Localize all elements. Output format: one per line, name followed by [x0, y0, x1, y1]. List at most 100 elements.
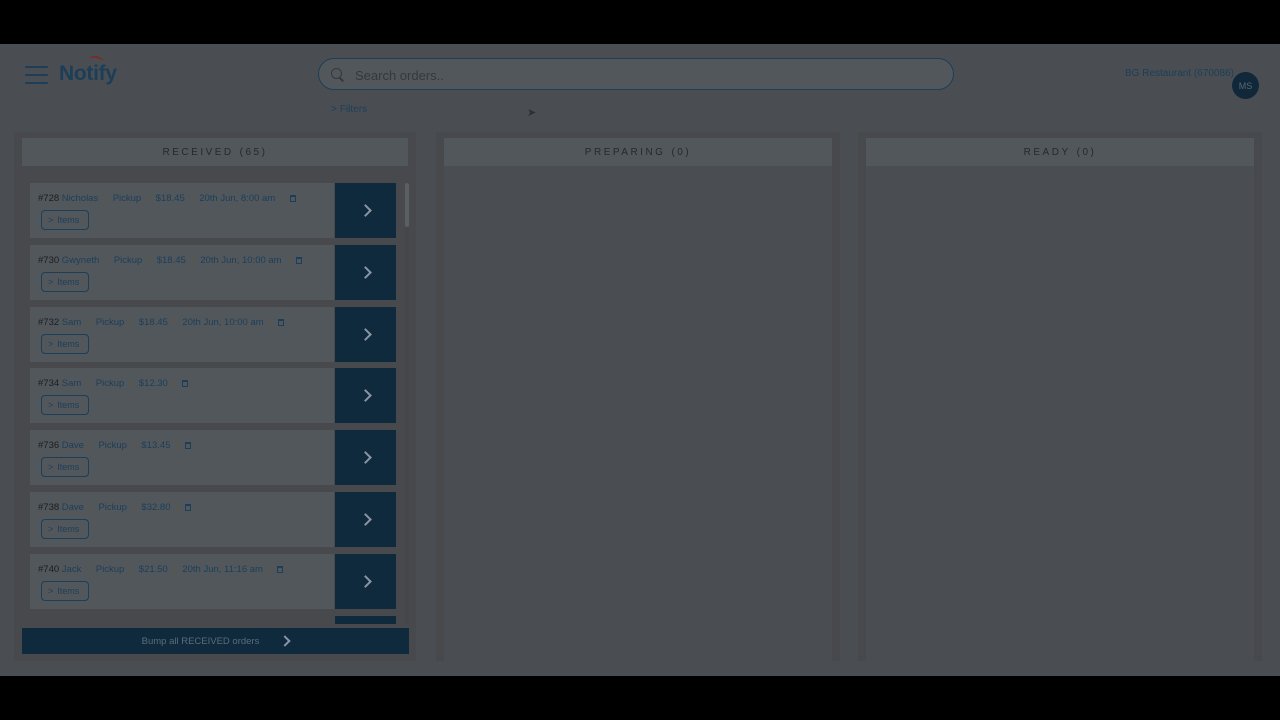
bump-all-label: Bump all RECEIVED orders — [141, 635, 260, 647]
order-type: Pickup — [98, 440, 127, 452]
order-summary: #728 Nicholas | Pickup | $18.45 | 20th Jun, 8:… — [38, 193, 296, 204]
order-number: #728 — [38, 193, 60, 204]
separator: | — [191, 254, 195, 266]
items-button[interactable]: > Items — [41, 271, 89, 292]
separator: | — [130, 316, 133, 328]
order-name: Dave — [61, 502, 84, 513]
received-title: RECEIVED — [162, 146, 234, 158]
separator: | — [130, 378, 133, 390]
menu-icon[interactable] — [25, 66, 48, 84]
bump-order-button[interactable] — [335, 183, 396, 238]
chevron-right-icon — [359, 451, 372, 465]
order-price: $21.50 — [138, 563, 168, 575]
items-button[interactable]: > Items — [41, 395, 89, 416]
trash-icon[interactable] — [277, 565, 284, 573]
separator: | — [176, 502, 179, 513]
order-number: #730 — [38, 254, 60, 266]
ready-title: READY — [1023, 146, 1071, 158]
separator: | — [105, 254, 108, 266]
order-info: #728 Nicholas | Pickup | $18.45 | 20th Jun, 8:… — [30, 183, 334, 238]
order-name: Gwyneth — [61, 254, 100, 266]
order-card: #734 Sam | Pickup | $12.30 | > Items — [30, 368, 396, 424]
separator: | — [132, 440, 136, 452]
items-label: Items — [57, 338, 80, 349]
bump-order-button[interactable] — [335, 368, 396, 424]
separator: | — [287, 254, 291, 266]
items-label: Items — [57, 524, 80, 534]
order-card: #728 Nicholas | Pickup | $18.45 | 20th Jun, 8:… — [30, 183, 396, 238]
preparing-column: PREPARING (0) — [436, 132, 840, 661]
items-button[interactable]: > Items — [41, 519, 89, 539]
order-name: Dave — [61, 440, 84, 452]
trash-icon[interactable] — [184, 504, 191, 511]
avatar[interactable]: MS — [1232, 72, 1259, 99]
chevron-right-icon: > — [48, 215, 54, 225]
chevron-right-icon: > — [331, 104, 337, 115]
order-name: Nicholas — [61, 193, 99, 204]
separator: | — [89, 440, 93, 452]
order-price: $18.45 — [138, 316, 168, 328]
items-label: Items — [57, 215, 80, 225]
items-button[interactable]: > Items — [41, 457, 89, 478]
order-name: Jack — [61, 563, 82, 575]
bump-order-button[interactable] — [335, 430, 396, 486]
trash-icon[interactable] — [184, 442, 191, 450]
order-list[interactable]: #728 Nicholas | Pickup | $18.45 | 20th Jun, 8:… — [30, 183, 400, 624]
order-price: $12.30 — [138, 378, 168, 390]
order-summary: #736 Dave | Pickup | $13.45 | — [38, 440, 191, 451]
order-time: 20th Jun, 10:00 am — [182, 316, 264, 328]
order-number: #734 — [38, 378, 60, 390]
order-price: $13.45 — [141, 440, 171, 452]
search-icon — [331, 68, 342, 79]
separator: | — [104, 193, 107, 204]
filters-label: Filters — [339, 104, 368, 115]
trash-icon[interactable] — [289, 195, 296, 202]
bump-order-button[interactable] — [335, 553, 396, 609]
order-summary: #738 Dave | Pickup | $32.80 | — [38, 502, 191, 513]
order-card: #732 Sam | Pickup | $18.45 | 20th Jun, 10:00 a… — [30, 306, 396, 362]
scrollbar-thumb[interactable] — [405, 183, 409, 227]
order-info: #740 Jack | Pickup | $21.50 | 20th Jun, 11:16 … — [30, 553, 334, 609]
bump-all-button[interactable]: Bump all RECEIVED orders — [22, 628, 409, 654]
trash-icon[interactable] — [296, 256, 303, 264]
chevron-right-icon: > — [48, 462, 54, 473]
filters-toggle[interactable]: > Filters — [331, 104, 367, 115]
items-button[interactable]: > Items — [41, 333, 89, 354]
chevron-right-icon — [279, 635, 292, 647]
chevron-right-icon: > — [48, 585, 54, 596]
order-time: 20th Jun, 10:00 am — [200, 254, 282, 266]
search-bar[interactable] — [318, 58, 954, 90]
order-price: $18.45 — [155, 193, 185, 204]
separator: | — [148, 254, 151, 266]
order-number: #738 — [38, 502, 60, 513]
order-summary: #732 Sam | Pickup | $18.45 | 20th Jun, 10:00 a… — [38, 316, 285, 328]
scrollbar[interactable] — [405, 183, 409, 624]
restaurant-name: BG Restaurant (670086) — [1125, 68, 1234, 79]
chevron-right-icon — [359, 327, 372, 341]
order-info: #730 Gwyneth | Pickup | $18.45 | 20th Jun, 10:… — [30, 244, 334, 300]
search-input[interactable] — [353, 63, 937, 87]
order-type: Pickup — [112, 193, 142, 204]
order-price: $18.45 — [156, 254, 186, 266]
chevron-right-icon — [359, 513, 372, 526]
logo: Notify — [59, 62, 117, 85]
bump-order-button[interactable] — [335, 615, 396, 624]
mouse-cursor-icon: ➤ — [527, 107, 537, 119]
trash-icon[interactable] — [182, 380, 189, 388]
app-window: Notify >Filters ➤ BG Restaurant (670086)… — [0, 44, 1280, 676]
order-type: Pickup — [113, 254, 143, 266]
items-button[interactable]: > Items — [41, 210, 89, 230]
order-name: Sam — [61, 378, 82, 390]
separator: | — [176, 440, 179, 452]
ready-column: READY (0) — [858, 132, 1262, 661]
items-button[interactable]: > Items — [41, 580, 89, 601]
order-type: Pickup — [95, 378, 125, 390]
separator: | — [269, 316, 273, 328]
bump-order-button[interactable] — [335, 306, 396, 362]
bump-order-button[interactable] — [335, 244, 396, 300]
trash-icon[interactable] — [278, 318, 285, 326]
separator: | — [173, 563, 177, 575]
bump-order-button[interactable] — [335, 492, 396, 547]
order-summary: #730 Gwyneth | Pickup | $18.45 | 20th Jun, 10:… — [38, 254, 303, 266]
order-card: #730 Gwyneth | Pickup | $18.45 | 20th Jun, 10:… — [30, 244, 396, 300]
